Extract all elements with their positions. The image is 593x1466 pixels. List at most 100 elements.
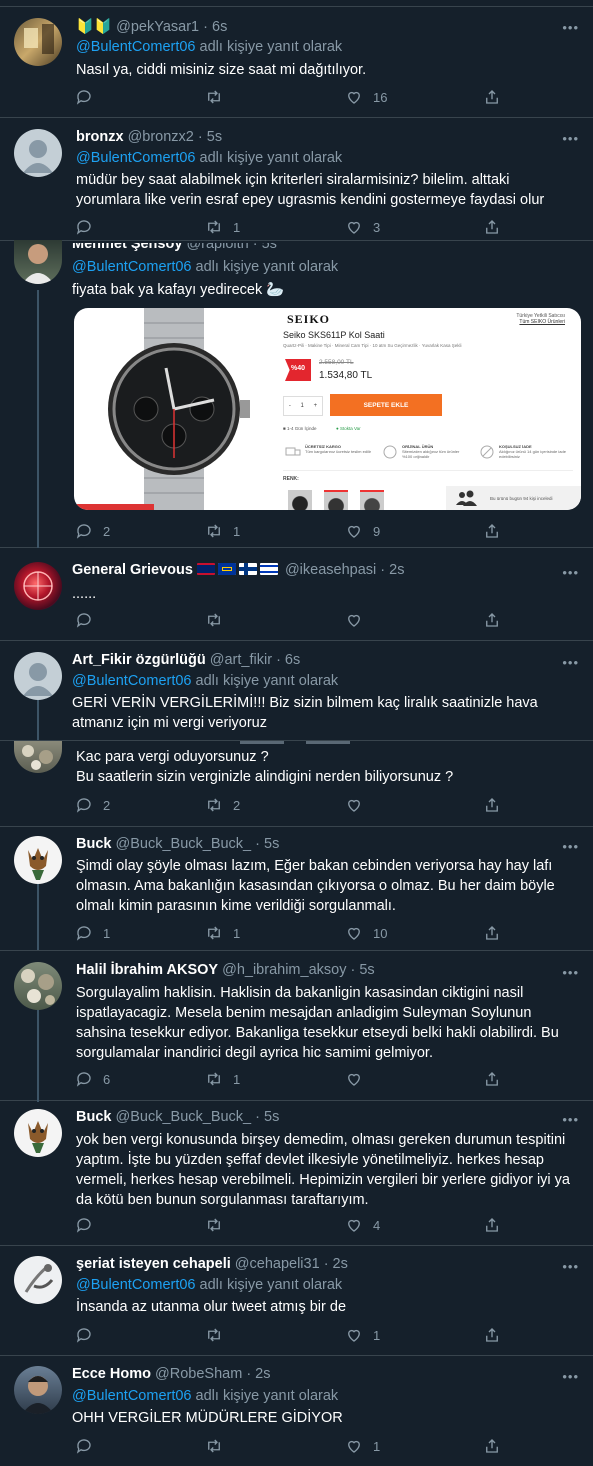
reply-handle-link[interactable]: @BulentComert06 — [72, 673, 192, 689]
like-button[interactable]: 3 — [345, 218, 383, 236]
color-option[interactable] — [288, 490, 312, 510]
share-button[interactable] — [483, 88, 511, 106]
product-image-card[interactable]: Türkiye Yetkili Satıcısı Tüm SEIKO Ürünl… — [74, 308, 581, 510]
like-button[interactable]: 16 — [345, 88, 387, 106]
user-name[interactable]: Ecce Homo — [72, 1366, 151, 1382]
retweet-button[interactable]: 1 — [205, 218, 243, 236]
tweet-time[interactable]: 5s — [264, 1109, 279, 1125]
more-options-icon[interactable]: ••• — [562, 20, 579, 35]
tweet-time[interactable]: 2s — [389, 562, 404, 578]
more-options-icon[interactable]: ••• — [562, 131, 579, 146]
share-button[interactable] — [483, 924, 511, 942]
user-handle[interactable]: @h_ibrahim_aksoy — [222, 962, 346, 978]
user-handle[interactable]: @bronzx2 — [128, 129, 194, 145]
color-option[interactable] — [360, 490, 384, 510]
share-button[interactable] — [483, 218, 511, 236]
user-handle[interactable]: @Buck_Buck_Buck_ — [116, 836, 252, 852]
more-options-icon[interactable]: ••• — [562, 1259, 579, 1274]
retweet-button[interactable]: 2 — [205, 796, 243, 814]
tweet-time[interactable]: 6s — [212, 19, 227, 35]
reply-button[interactable]: 2 — [75, 796, 113, 814]
retweet-button[interactable] — [205, 1326, 243, 1344]
user-handle[interactable]: @cehapeli31 — [235, 1256, 320, 1272]
user-handle[interactable]: @Buck_Buck_Buck_ — [116, 1109, 252, 1125]
reply-button[interactable] — [75, 1326, 113, 1344]
like-button[interactable] — [345, 611, 383, 629]
user-name[interactable]: Halil İbrahim AKSOY — [76, 962, 218, 978]
reply-button[interactable] — [75, 1437, 113, 1455]
tweet-time[interactable]: 5s — [262, 243, 277, 252]
tweet-time[interactable]: 2s — [255, 1366, 270, 1382]
user-name[interactable]: Buck — [76, 836, 111, 852]
reply-handle-link[interactable]: @BulentComert06 — [76, 39, 196, 55]
share-button[interactable] — [483, 1070, 511, 1088]
minus-icon[interactable]: - — [289, 403, 291, 409]
avatar[interactable] — [14, 962, 62, 1010]
tweet-time[interactable]: 6s — [285, 652, 300, 668]
tweet-time[interactable]: 5s — [264, 836, 279, 852]
retweet-button[interactable]: 1 — [205, 522, 243, 540]
retweet-button[interactable] — [205, 611, 243, 629]
tweet-time[interactable]: 5s — [207, 129, 222, 145]
user-name[interactable]: Art_Fikir özgürlüğü — [72, 652, 206, 668]
share-button[interactable] — [483, 1216, 511, 1234]
avatar[interactable] — [14, 18, 62, 66]
more-options-icon[interactable]: ••• — [562, 655, 579, 670]
reply-button[interactable] — [75, 611, 113, 629]
retweet-button[interactable]: 1 — [205, 924, 243, 942]
avatar[interactable] — [14, 562, 62, 610]
reply-button[interactable] — [75, 218, 113, 236]
more-options-icon[interactable]: ••• — [562, 1369, 579, 1384]
user-handle[interactable]: @raplolth — [186, 243, 248, 252]
reply-button[interactable] — [75, 88, 113, 106]
avatar[interactable] — [14, 652, 62, 700]
user-handle[interactable]: @art_fikir — [210, 652, 272, 668]
plus-icon[interactable]: + — [314, 403, 318, 409]
share-button[interactable] — [483, 796, 511, 814]
like-button[interactable]: 1 — [345, 1326, 383, 1344]
share-button[interactable] — [483, 611, 511, 629]
more-options-icon[interactable]: ••• — [562, 839, 579, 854]
reply-handle-link[interactable]: @BulentComert06 — [76, 150, 196, 166]
quantity-stepper[interactable]: - 1 + — [283, 396, 323, 416]
user-handle[interactable]: @ikeasehpasi — [285, 562, 376, 578]
reply-button[interactable]: 6 — [75, 1070, 113, 1088]
avatar[interactable] — [14, 240, 62, 284]
retweet-button[interactable]: 1 — [205, 1070, 243, 1088]
avatar[interactable] — [14, 1366, 62, 1414]
retweet-button[interactable] — [205, 88, 243, 106]
like-button[interactable]: 9 — [345, 522, 383, 540]
reply-handle-link[interactable]: @BulentComert06 — [72, 259, 192, 275]
user-name[interactable]: Buck — [76, 1109, 111, 1125]
color-option[interactable] — [324, 490, 348, 510]
user-handle[interactable]: @pekYasar1 — [116, 19, 199, 35]
tweet-time[interactable]: 5s — [359, 962, 374, 978]
share-button[interactable] — [483, 1326, 511, 1344]
like-button[interactable]: 10 — [345, 924, 387, 942]
like-button[interactable] — [345, 1070, 383, 1088]
more-options-icon[interactable]: ••• — [562, 965, 579, 980]
avatar[interactable] — [14, 129, 62, 177]
user-name[interactable]: Mehmet Şensoy — [72, 243, 182, 252]
reply-button[interactable]: 2 — [75, 522, 113, 540]
retweet-button[interactable] — [205, 1216, 243, 1234]
avatar[interactable] — [14, 836, 62, 884]
reply-button[interactable] — [75, 1216, 113, 1234]
user-name[interactable]: şeriat isteyen cehapeli — [76, 1256, 231, 1272]
user-handle[interactable]: @RobeSham — [155, 1366, 242, 1382]
avatar[interactable] — [14, 741, 62, 773]
user-name[interactable]: bronzx — [76, 129, 124, 145]
retweet-button[interactable] — [205, 1437, 243, 1455]
reply-handle-link[interactable]: @BulentComert06 — [76, 1277, 196, 1293]
share-button[interactable] — [483, 522, 511, 540]
user-name[interactable]: General Grievous — [72, 562, 193, 578]
like-button[interactable]: 4 — [345, 1216, 383, 1234]
like-button[interactable]: 1 — [345, 1437, 383, 1455]
like-button[interactable] — [345, 796, 383, 814]
store-link[interactable]: Tüm SEIKO Ürünleri — [519, 319, 565, 325]
more-options-icon[interactable]: ••• — [562, 565, 579, 580]
more-options-icon[interactable]: ••• — [562, 1112, 579, 1127]
share-button[interactable] — [483, 1437, 511, 1455]
add-to-cart-button[interactable]: SEPETE EKLE — [330, 394, 442, 416]
avatar[interactable] — [14, 1109, 62, 1157]
